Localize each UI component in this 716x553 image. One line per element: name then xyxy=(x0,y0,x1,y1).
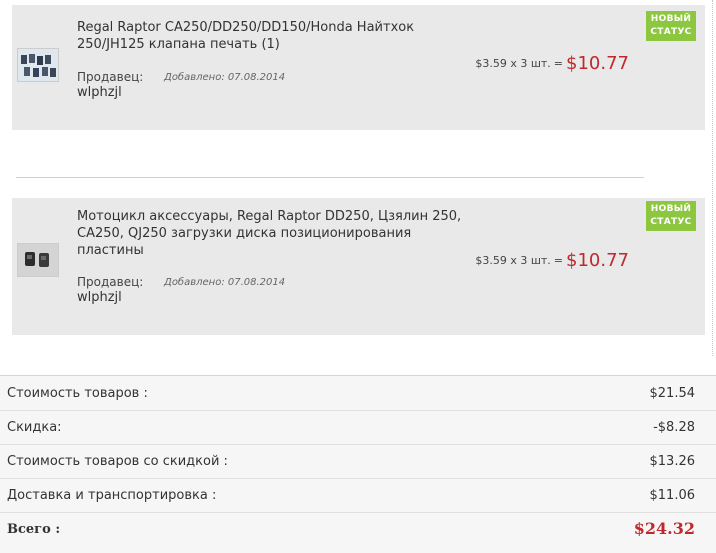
summary-row-total: Всего : $24.32 xyxy=(0,512,716,546)
added-date: Добавлено: 07.08.2014 xyxy=(164,72,286,83)
new-status-badge: НОВЫЙ СТАТУС xyxy=(646,11,696,41)
line-total: $10.77 xyxy=(566,250,629,271)
badge-line-1: НОВЫЙ xyxy=(650,14,692,24)
product-title-link[interactable]: Regal Raptor CA250/DD250/DD150/Honda Най… xyxy=(77,19,477,53)
price-line: $3.59 x 3 шт. = $10.77 xyxy=(475,53,629,74)
order-item-1: Regal Raptor CA250/DD250/DD150/Honda Най… xyxy=(12,5,705,130)
seller-label: Продавец: xyxy=(77,275,144,289)
summary-row-shipping: Доставка и транспортировка : $11.06 xyxy=(0,478,716,513)
seller-name-link[interactable]: wlphzjl xyxy=(77,290,122,305)
summary-label: Всего : xyxy=(7,522,61,537)
summary-row-discount: Скидка: -$8.28 xyxy=(0,410,716,445)
summary-label: Стоимость товаров : xyxy=(7,386,148,401)
new-status-badge: НОВЫЙ СТАТУС xyxy=(646,201,696,231)
dotted-divider xyxy=(712,0,713,356)
summary-value: -$8.28 xyxy=(653,420,695,435)
badge-line-1: НОВЫЙ xyxy=(650,204,692,214)
summary-row-goods: Стоимость товаров : $21.54 xyxy=(0,376,716,411)
product-thumbnail[interactable] xyxy=(17,48,59,82)
summary-value: $11.06 xyxy=(649,488,696,503)
seller-label: Продавец: xyxy=(77,70,144,84)
product-thumbnail[interactable] xyxy=(17,243,59,277)
summary-label: Стоимость товаров со скидкой : xyxy=(7,454,228,469)
summary-value: $13.26 xyxy=(649,454,696,469)
item-separator xyxy=(16,177,644,178)
equals-sign: = xyxy=(553,57,564,70)
summary-label: Доставка и транспортировка : xyxy=(7,488,217,503)
unit-price-quantity: $3.59 x 3 шт. xyxy=(475,57,551,70)
product-title-link[interactable]: Мотоцикл аксессуары, Regal Raptor DD250,… xyxy=(77,208,477,259)
badge-line-2: СТАТУС xyxy=(650,217,692,227)
summary-row-discounted: Стоимость товаров со скидкой : $13.26 xyxy=(0,444,716,479)
summary-value: $21.54 xyxy=(649,386,696,401)
line-total: $10.77 xyxy=(566,53,629,74)
order-summary: Стоимость товаров : $21.54 Скидка: -$8.2… xyxy=(0,375,716,553)
summary-total-value: $24.32 xyxy=(633,519,695,538)
seller-name-link[interactable]: wlphzjl xyxy=(77,85,122,100)
equals-sign: = xyxy=(553,254,564,267)
price-line: $3.59 x 3 шт. = $10.77 xyxy=(475,250,629,271)
summary-label: Скидка: xyxy=(7,420,62,435)
added-date: Добавлено: 07.08.2014 xyxy=(164,277,286,288)
unit-price-quantity: $3.59 x 3 шт. xyxy=(475,254,551,267)
badge-line-2: СТАТУС xyxy=(650,27,692,37)
order-item-2: Мотоцикл аксессуары, Regal Raptor DD250,… xyxy=(12,198,705,335)
